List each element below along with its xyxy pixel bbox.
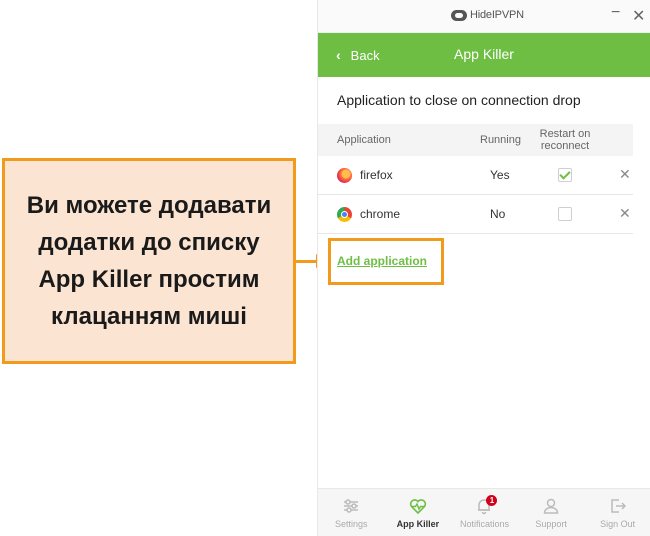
callout-text: Ви можете додавати додатки до списку App… [26, 192, 272, 330]
annotation-highlight-box [328, 238, 444, 285]
nav-label: App Killer [396, 519, 440, 529]
column-header-application: Application [337, 134, 391, 146]
table-header: Application Running Restart on reconnect [318, 124, 633, 156]
minimize-button[interactable]: − [611, 4, 620, 22]
user-icon [543, 498, 559, 514]
notification-badge: 1 [486, 495, 498, 506]
nav-item-sign-out[interactable]: Sign Out [584, 489, 650, 536]
table-row: chrome No ✕ [318, 195, 633, 234]
heart-pulse-icon [409, 499, 427, 515]
sliders-icon [344, 499, 359, 513]
app-name: firefox [360, 168, 393, 182]
app-name: chrome [360, 207, 401, 221]
nav-item-notifications[interactable]: 1 Notifications [451, 489, 518, 536]
nav-item-support[interactable]: Support [518, 489, 585, 536]
nav-label: Sign Out [600, 519, 636, 529]
table-row: firefox Yes ✕ [318, 156, 633, 195]
remove-app-button[interactable]: ✕ [619, 166, 631, 183]
close-window-button[interactable]: ✕ [632, 6, 645, 26]
section-title: Application to close on connection drop [337, 92, 581, 108]
brand: HideIPVPN [451, 9, 524, 21]
brand-logo-icon [451, 9, 467, 21]
nav-label: Support [535, 519, 567, 529]
annotation-callout: Ви можете додавати додатки до списку App… [2, 158, 296, 364]
column-header-running: Running [480, 134, 521, 146]
brand-name: HideIPVPN [470, 9, 524, 21]
bottom-navigation: Settings App Killer 1 Notifications Supp… [318, 488, 650, 536]
sign-out-icon [610, 499, 626, 513]
nav-item-app-killer[interactable]: App Killer [385, 489, 452, 536]
restart-checkbox[interactable] [558, 168, 572, 182]
restart-checkbox[interactable] [558, 207, 572, 221]
nav-item-settings[interactable]: Settings [318, 489, 385, 536]
app-header: ‹ Back App Killer [318, 33, 650, 77]
app-table: Application Running Restart on reconnect… [318, 124, 633, 234]
nav-label: Settings [335, 519, 368, 529]
firefox-icon [337, 168, 352, 183]
title-bar: HideIPVPN − ✕ [318, 0, 650, 33]
chrome-icon [337, 207, 352, 222]
page-title: App Killer [454, 46, 514, 62]
remove-app-button[interactable]: ✕ [619, 205, 631, 222]
column-header-restart: Restart on reconnect [539, 128, 591, 152]
page: Ви можете додавати додатки до списку App… [0, 0, 650, 536]
nav-label: Notifications [459, 519, 509, 529]
running-status: No [490, 207, 506, 221]
callout-arrow-line [296, 260, 316, 263]
running-status: Yes [490, 168, 510, 182]
